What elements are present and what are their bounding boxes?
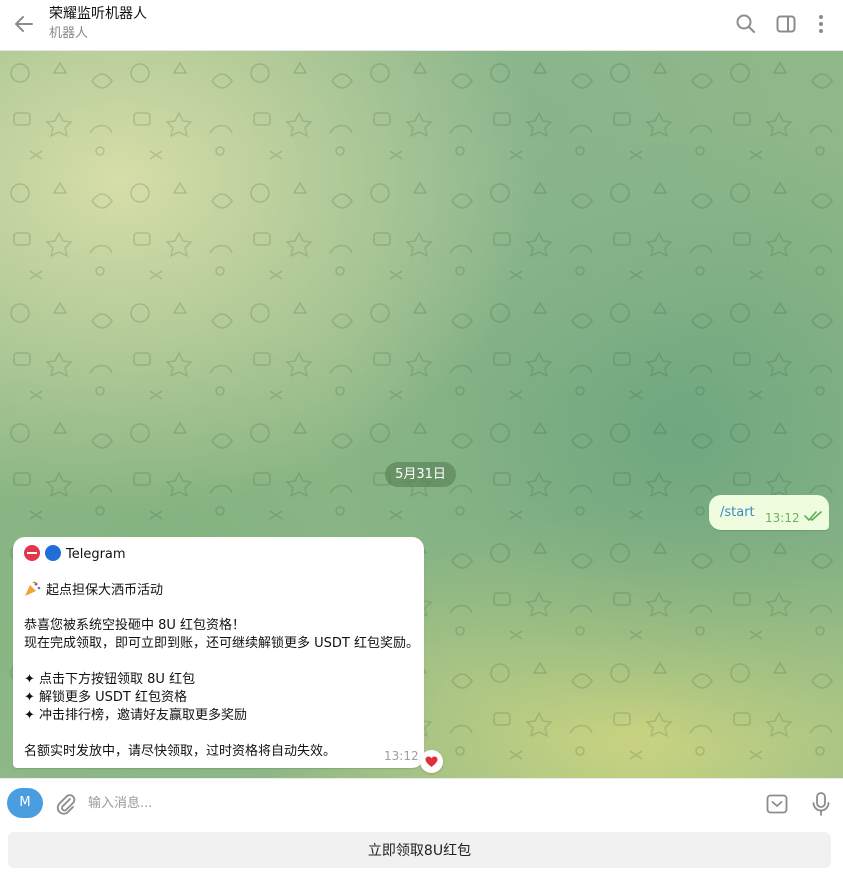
- instruction-line: 现在完成领取，即可立即到账，还可继续解锁更多 USDT 红包奖励。: [24, 636, 419, 651]
- no-entry-icon: [24, 545, 40, 561]
- message-composer: M: [0, 778, 843, 826]
- bullet-leaderboard: ✦ 冲击排行榜，邀请好友赢取更多奖励: [24, 708, 248, 723]
- outgoing-message-text[interactable]: /start: [720, 505, 755, 520]
- chat-subtitle: 机器人: [49, 26, 89, 41]
- claim-redpacket-button[interactable]: 立即领取8U红包: [8, 832, 831, 868]
- blue-circle-icon: [45, 545, 61, 561]
- message-time: 13:12: [384, 749, 419, 763]
- deadline-line: 名额实时发放中，请尽快领取，过时资格将自动失效。: [24, 744, 337, 759]
- keyboard-icon[interactable]: [764, 791, 790, 817]
- chat-title: 荣耀监听机器人: [49, 6, 147, 22]
- congrats-line: 恭喜您被系统空投砸中 8U 红包资格！: [24, 618, 246, 633]
- chat-area[interactable]: 5月31日 /start 13:12 Telegram 起点担保大洒币活动 恭喜…: [0, 51, 843, 778]
- activity-title: 起点担保大洒币活动: [46, 583, 164, 598]
- outgoing-message[interactable]: /start 13:12: [709, 495, 829, 530]
- message-header-line: Telegram: [24, 545, 126, 564]
- paperclip-icon[interactable]: [53, 791, 79, 817]
- message-time: 13:12: [765, 511, 800, 525]
- message-activity-line: 起点担保大洒币活动: [24, 581, 163, 600]
- date-separator: 5月31日: [385, 462, 456, 487]
- message-input[interactable]: [88, 788, 748, 818]
- more-vertical-icon[interactable]: [808, 11, 834, 37]
- bot-keyboard: 立即领取8U红包: [0, 826, 843, 874]
- double-check-icon: [804, 511, 822, 521]
- microphone-icon[interactable]: [808, 790, 834, 818]
- bullet-unlock: ✦ 解锁更多 USDT 红包资格: [24, 690, 188, 705]
- search-icon[interactable]: [733, 11, 759, 37]
- heart-reaction[interactable]: [420, 750, 443, 773]
- incoming-message[interactable]: Telegram 起点担保大洒币活动 恭喜您被系统空投砸中 8U 红包资格！ 现…: [13, 537, 424, 768]
- chat-title-block[interactable]: 荣耀监听机器人 机器人: [49, 5, 147, 43]
- bullet-claim: ✦ 点击下方按钮领取 8U 红包: [24, 672, 196, 687]
- sidebar-panel-icon[interactable]: [773, 11, 799, 37]
- avatar[interactable]: M: [7, 788, 43, 818]
- back-arrow-icon[interactable]: [8, 8, 40, 40]
- message-header-text: Telegram: [66, 547, 126, 562]
- heart-icon: [425, 756, 438, 767]
- chat-header: 荣耀监听机器人 机器人: [0, 0, 843, 51]
- party-popper-icon: [24, 581, 41, 597]
